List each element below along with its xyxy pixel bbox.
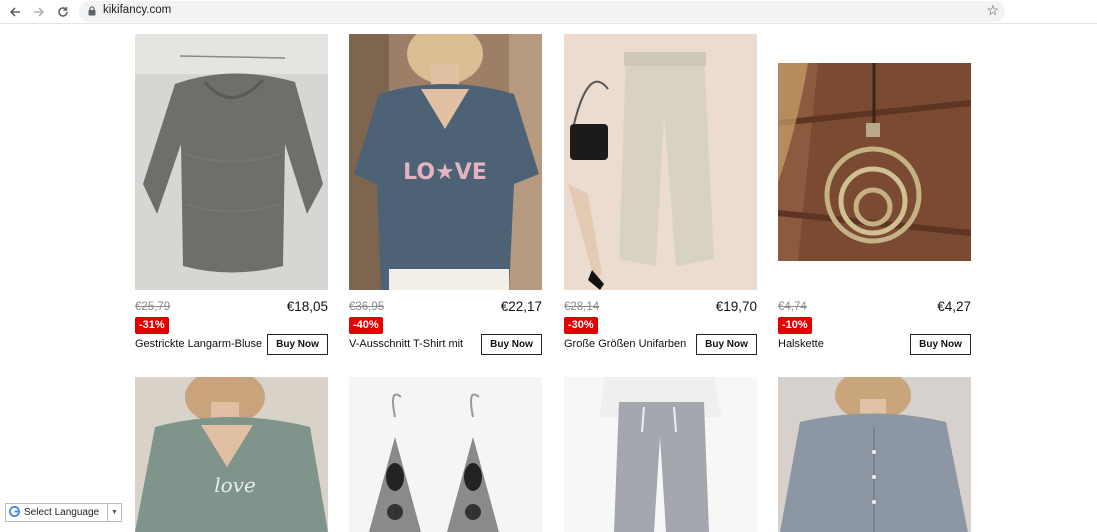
back-button[interactable] bbox=[5, 2, 25, 22]
product-image[interactable] bbox=[778, 63, 971, 261]
product-image[interactable] bbox=[349, 377, 542, 532]
price: €4,27 bbox=[937, 299, 971, 314]
browser-toolbar: kikifancy.com ☆ bbox=[0, 0, 1097, 24]
dropdown-arrow-icon: ▼ bbox=[107, 504, 121, 521]
product-title[interactable]: Halskette bbox=[778, 338, 824, 350]
buy-now-button[interactable]: Buy Now bbox=[481, 334, 542, 355]
price: €18,05 bbox=[286, 299, 328, 314]
product-image[interactable] bbox=[135, 34, 328, 290]
product-image[interactable]: LO★VE bbox=[349, 34, 542, 290]
love-print: LO★VE bbox=[403, 160, 487, 185]
product-title[interactable]: Große Größen Unifarben bbox=[564, 338, 686, 350]
buy-now-button[interactable]: Buy Now bbox=[267, 334, 328, 355]
svg-text:love: love bbox=[214, 473, 256, 497]
language-label: Select Language bbox=[24, 507, 100, 518]
product-image[interactable] bbox=[564, 377, 757, 532]
price: €19,70 bbox=[715, 299, 757, 314]
discount-badge: -40% bbox=[349, 317, 383, 334]
arrow-right-icon bbox=[34, 7, 45, 17]
old-price: €36,95 bbox=[349, 301, 385, 313]
product-image[interactable] bbox=[564, 34, 757, 290]
address-bar[interactable]: kikifancy.com ☆ bbox=[79, 1, 1005, 22]
forward-button[interactable] bbox=[29, 2, 49, 22]
lock-icon bbox=[88, 6, 96, 16]
discount-badge: -30% bbox=[564, 317, 598, 334]
price: €22,17 bbox=[500, 299, 542, 314]
reload-icon bbox=[58, 7, 68, 17]
language-selector[interactable]: Select Language ▼ bbox=[5, 503, 122, 522]
buy-now-button[interactable]: Buy Now bbox=[910, 334, 971, 355]
product-title[interactable]: V-Ausschnitt T-Shirt mit bbox=[349, 338, 463, 350]
arrow-left-icon bbox=[9, 7, 20, 17]
reload-button[interactable] bbox=[53, 2, 73, 22]
product-image[interactable] bbox=[778, 377, 971, 532]
old-price: €28,14 bbox=[564, 301, 600, 313]
buy-now-button[interactable]: Buy Now bbox=[696, 334, 757, 355]
product-image[interactable]: love bbox=[135, 377, 328, 532]
google-icon bbox=[9, 505, 20, 520]
url-text: kikifancy.com bbox=[103, 4, 172, 16]
old-price: €4,74 bbox=[778, 301, 807, 313]
product-title[interactable]: Gestrickte Langarm-Bluse bbox=[135, 338, 262, 350]
discount-badge: -10% bbox=[778, 317, 812, 334]
star-icon[interactable]: ☆ bbox=[986, 2, 999, 19]
discount-badge: -31% bbox=[135, 317, 169, 334]
old-price: €25,79 bbox=[135, 301, 171, 313]
